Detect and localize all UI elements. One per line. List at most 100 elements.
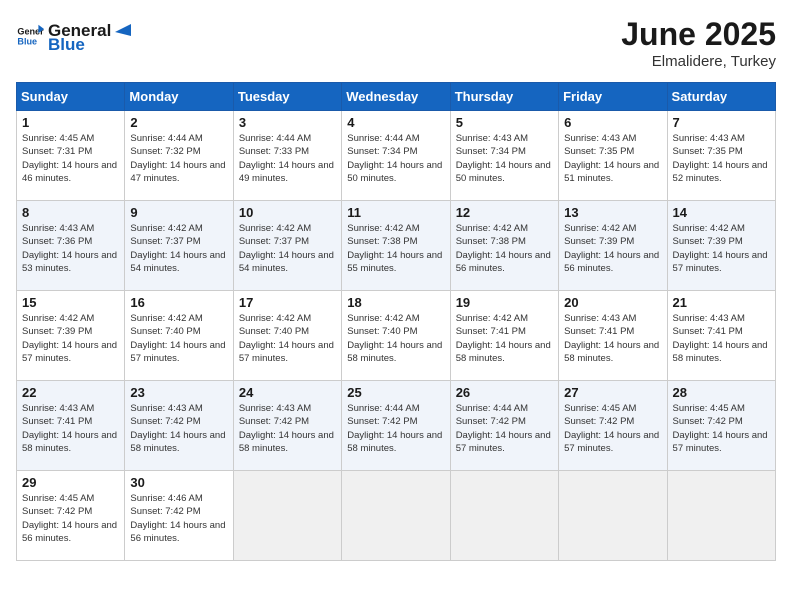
- table-row: 8 Sunrise: 4:43 AMSunset: 7:36 PMDayligh…: [17, 201, 125, 291]
- day-detail: Sunrise: 4:42 AMSunset: 7:41 PMDaylight:…: [456, 312, 553, 365]
- col-tuesday: Tuesday: [233, 83, 341, 111]
- day-detail: Sunrise: 4:43 AMSunset: 7:35 PMDaylight:…: [673, 132, 770, 185]
- table-row: 22 Sunrise: 4:43 AMSunset: 7:41 PMDaylig…: [17, 381, 125, 471]
- day-number: 10: [239, 205, 336, 220]
- day-number: 30: [130, 475, 227, 490]
- table-row: 21 Sunrise: 4:43 AMSunset: 7:41 PMDaylig…: [667, 291, 775, 381]
- table-row: 29 Sunrise: 4:45 AMSunset: 7:42 PMDaylig…: [17, 471, 125, 561]
- day-number: 18: [347, 295, 444, 310]
- col-saturday: Saturday: [667, 83, 775, 111]
- title-block: June 2025 Elmalidere, Turkey: [621, 16, 776, 70]
- table-row: [450, 471, 558, 561]
- day-detail: Sunrise: 4:42 AMSunset: 7:37 PMDaylight:…: [239, 222, 336, 275]
- calendar-location: Elmalidere, Turkey: [621, 53, 776, 70]
- calendar-week-row: 29 Sunrise: 4:45 AMSunset: 7:42 PMDaylig…: [17, 471, 776, 561]
- col-sunday: Sunday: [17, 83, 125, 111]
- day-detail: Sunrise: 4:44 AMSunset: 7:33 PMDaylight:…: [239, 132, 336, 185]
- day-number: 22: [22, 385, 119, 400]
- table-row: [667, 471, 775, 561]
- day-number: 9: [130, 205, 227, 220]
- day-detail: Sunrise: 4:42 AMSunset: 7:37 PMDaylight:…: [130, 222, 227, 275]
- day-detail: Sunrise: 4:43 AMSunset: 7:35 PMDaylight:…: [564, 132, 661, 185]
- day-number: 14: [673, 205, 770, 220]
- day-number: 23: [130, 385, 227, 400]
- day-number: 15: [22, 295, 119, 310]
- day-detail: Sunrise: 4:42 AMSunset: 7:38 PMDaylight:…: [347, 222, 444, 275]
- day-detail: Sunrise: 4:42 AMSunset: 7:38 PMDaylight:…: [456, 222, 553, 275]
- day-detail: Sunrise: 4:42 AMSunset: 7:39 PMDaylight:…: [673, 222, 770, 275]
- logo-icon: General Blue: [16, 22, 44, 50]
- table-row: 11 Sunrise: 4:42 AMSunset: 7:38 PMDaylig…: [342, 201, 450, 291]
- table-row: [233, 471, 341, 561]
- col-friday: Friday: [559, 83, 667, 111]
- day-number: 8: [22, 205, 119, 220]
- day-detail: Sunrise: 4:44 AMSunset: 7:42 PMDaylight:…: [347, 402, 444, 455]
- day-detail: Sunrise: 4:43 AMSunset: 7:34 PMDaylight:…: [456, 132, 553, 185]
- day-detail: Sunrise: 4:45 AMSunset: 7:31 PMDaylight:…: [22, 132, 119, 185]
- day-detail: Sunrise: 4:43 AMSunset: 7:41 PMDaylight:…: [22, 402, 119, 455]
- day-number: 21: [673, 295, 770, 310]
- table-row: 13 Sunrise: 4:42 AMSunset: 7:39 PMDaylig…: [559, 201, 667, 291]
- day-number: 7: [673, 115, 770, 130]
- day-number: 6: [564, 115, 661, 130]
- day-detail: Sunrise: 4:42 AMSunset: 7:39 PMDaylight:…: [564, 222, 661, 275]
- calendar-week-row: 15 Sunrise: 4:42 AMSunset: 7:39 PMDaylig…: [17, 291, 776, 381]
- table-row: 7 Sunrise: 4:43 AMSunset: 7:35 PMDayligh…: [667, 111, 775, 201]
- table-row: 20 Sunrise: 4:43 AMSunset: 7:41 PMDaylig…: [559, 291, 667, 381]
- table-row: 17 Sunrise: 4:42 AMSunset: 7:40 PMDaylig…: [233, 291, 341, 381]
- table-row: 16 Sunrise: 4:42 AMSunset: 7:40 PMDaylig…: [125, 291, 233, 381]
- page-header: General Blue General Blue June 2025 Elma…: [16, 16, 776, 70]
- logo: General Blue General Blue: [16, 16, 135, 55]
- day-detail: Sunrise: 4:43 AMSunset: 7:42 PMDaylight:…: [130, 402, 227, 455]
- calendar-week-row: 22 Sunrise: 4:43 AMSunset: 7:41 PMDaylig…: [17, 381, 776, 471]
- day-number: 28: [673, 385, 770, 400]
- day-number: 26: [456, 385, 553, 400]
- table-row: 15 Sunrise: 4:42 AMSunset: 7:39 PMDaylig…: [17, 291, 125, 381]
- table-row: 3 Sunrise: 4:44 AMSunset: 7:33 PMDayligh…: [233, 111, 341, 201]
- day-detail: Sunrise: 4:46 AMSunset: 7:42 PMDaylight:…: [130, 492, 227, 545]
- day-number: 24: [239, 385, 336, 400]
- day-number: 1: [22, 115, 119, 130]
- table-row: 24 Sunrise: 4:43 AMSunset: 7:42 PMDaylig…: [233, 381, 341, 471]
- col-monday: Monday: [125, 83, 233, 111]
- day-detail: Sunrise: 4:44 AMSunset: 7:42 PMDaylight:…: [456, 402, 553, 455]
- day-number: 25: [347, 385, 444, 400]
- day-number: 5: [456, 115, 553, 130]
- table-row: 14 Sunrise: 4:42 AMSunset: 7:39 PMDaylig…: [667, 201, 775, 291]
- calendar-header-row: Sunday Monday Tuesday Wednesday Thursday…: [17, 83, 776, 111]
- table-row: 28 Sunrise: 4:45 AMSunset: 7:42 PMDaylig…: [667, 381, 775, 471]
- day-detail: Sunrise: 4:42 AMSunset: 7:40 PMDaylight:…: [239, 312, 336, 365]
- table-row: 30 Sunrise: 4:46 AMSunset: 7:42 PMDaylig…: [125, 471, 233, 561]
- day-number: 4: [347, 115, 444, 130]
- day-number: 13: [564, 205, 661, 220]
- table-row: 2 Sunrise: 4:44 AMSunset: 7:32 PMDayligh…: [125, 111, 233, 201]
- logo-triangle: [113, 16, 133, 36]
- day-detail: Sunrise: 4:45 AMSunset: 7:42 PMDaylight:…: [22, 492, 119, 545]
- table-row: 26 Sunrise: 4:44 AMSunset: 7:42 PMDaylig…: [450, 381, 558, 471]
- table-row: 6 Sunrise: 4:43 AMSunset: 7:35 PMDayligh…: [559, 111, 667, 201]
- day-number: 27: [564, 385, 661, 400]
- day-number: 20: [564, 295, 661, 310]
- table-row: 19 Sunrise: 4:42 AMSunset: 7:41 PMDaylig…: [450, 291, 558, 381]
- calendar-title: June 2025: [621, 16, 776, 53]
- day-number: 2: [130, 115, 227, 130]
- calendar-table: Sunday Monday Tuesday Wednesday Thursday…: [16, 82, 776, 561]
- table-row: 5 Sunrise: 4:43 AMSunset: 7:34 PMDayligh…: [450, 111, 558, 201]
- day-number: 16: [130, 295, 227, 310]
- day-detail: Sunrise: 4:44 AMSunset: 7:32 PMDaylight:…: [130, 132, 227, 185]
- table-row: 1 Sunrise: 4:45 AMSunset: 7:31 PMDayligh…: [17, 111, 125, 201]
- day-detail: Sunrise: 4:45 AMSunset: 7:42 PMDaylight:…: [564, 402, 661, 455]
- day-number: 17: [239, 295, 336, 310]
- table-row: 9 Sunrise: 4:42 AMSunset: 7:37 PMDayligh…: [125, 201, 233, 291]
- day-number: 11: [347, 205, 444, 220]
- day-number: 12: [456, 205, 553, 220]
- day-number: 29: [22, 475, 119, 490]
- day-detail: Sunrise: 4:44 AMSunset: 7:34 PMDaylight:…: [347, 132, 444, 185]
- svg-text:Blue: Blue: [17, 36, 37, 46]
- table-row: 12 Sunrise: 4:42 AMSunset: 7:38 PMDaylig…: [450, 201, 558, 291]
- table-row: 18 Sunrise: 4:42 AMSunset: 7:40 PMDaylig…: [342, 291, 450, 381]
- col-thursday: Thursday: [450, 83, 558, 111]
- day-detail: Sunrise: 4:43 AMSunset: 7:41 PMDaylight:…: [673, 312, 770, 365]
- table-row: 10 Sunrise: 4:42 AMSunset: 7:37 PMDaylig…: [233, 201, 341, 291]
- table-row: 25 Sunrise: 4:44 AMSunset: 7:42 PMDaylig…: [342, 381, 450, 471]
